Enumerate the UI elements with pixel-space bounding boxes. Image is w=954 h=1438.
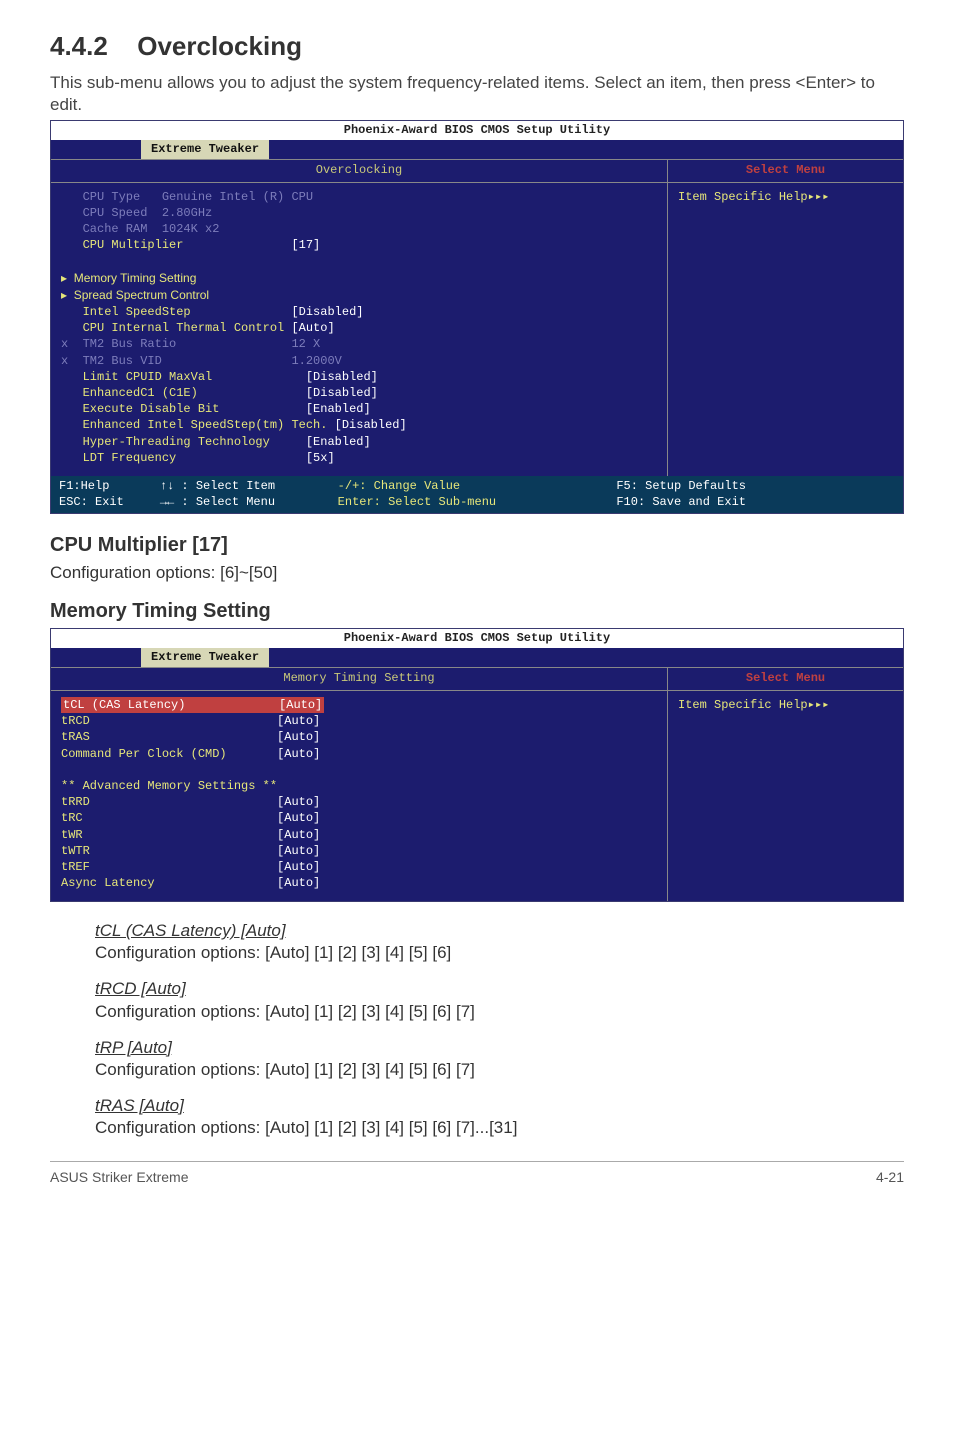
row-tm2-vid-value: 1.2000V <box>291 354 341 368</box>
row-cache-ram: Cache RAM 1024K x2 <box>61 222 219 236</box>
right-pane-header: Select Menu <box>668 160 903 183</box>
bios-screenshot-memory-timing: Phoenix-Award BIOS CMOS Setup Utility Ex… <box>50 628 904 902</box>
row-async-value: [Auto] <box>277 876 320 890</box>
row-ldt-label: LDT Frequency <box>61 451 176 465</box>
intro-paragraph: This sub-menu allows you to adjust the s… <box>50 72 904 116</box>
footer-left: ASUS Striker Extreme <box>50 1168 188 1186</box>
row-trc-label: tRC <box>61 811 83 825</box>
row-cpu-multiplier-value: [17] <box>291 238 320 252</box>
tras-param-options: Configuration options: [Auto] [1] [2] [3… <box>95 1117 904 1139</box>
row-execute-disable-label: Execute Disable Bit <box>61 402 219 416</box>
bios-screenshot-overclocking: Phoenix-Award BIOS CMOS Setup Utility Ex… <box>50 120 904 514</box>
cpu-multiplier-heading: CPU Multiplier [17] <box>50 532 904 558</box>
row-tcl: tCL (CAS Latency) [Auto] <box>61 697 324 713</box>
row-tref-label: tREF <box>61 860 90 874</box>
row-twtr-value: [Auto] <box>277 844 320 858</box>
row-tm2-vid-label: x TM2 Bus VID <box>61 354 162 368</box>
bios-utility-title: Phoenix-Award BIOS CMOS Setup Utility <box>51 121 903 140</box>
row-cpu-type: CPU Type Genuine Intel (R) CPU <box>61 190 313 204</box>
row-enhancedc1-label: EnhancedC1 (C1E) <box>61 386 198 400</box>
row-tm2-ratio-label: x TM2 Bus Ratio <box>61 337 176 351</box>
row-intel-speedstep-label: Intel SpeedStep <box>61 305 191 319</box>
row-ldt-value: [5x] <box>306 451 335 465</box>
bios2-left-body: tCL (CAS Latency) [Auto] tRCD [Auto] tRA… <box>51 691 667 901</box>
row-tras-label: tRAS <box>61 730 90 744</box>
footer-enter: Enter: Select Sub-menu <box>338 495 496 509</box>
trp-param-heading: tRP [Auto] <box>95 1037 904 1059</box>
trcd-param-heading: tRCD [Auto] <box>95 978 904 1000</box>
row-cmd-value: [Auto] <box>277 747 320 761</box>
row-limit-cpuid-value: [Disabled] <box>306 370 378 384</box>
row-enhancedc1-value: [Disabled] <box>306 386 378 400</box>
left-pane-body: CPU Type Genuine Intel (R) CPU CPU Speed… <box>51 183 667 476</box>
tras-param-heading: tRAS [Auto] <box>95 1095 904 1117</box>
row-hyperthreading-value: [Enabled] <box>306 435 371 449</box>
bios2-left-header: Memory Timing Setting <box>51 668 667 691</box>
bios2-tab-extreme-tweaker: Extreme Tweaker <box>141 648 269 668</box>
bios-footer: F1:Help ↑↓ : Select Item ESC: Exit →← : … <box>51 476 903 513</box>
row-twr-value: [Auto] <box>277 828 320 842</box>
bios-tab-extreme-tweaker: Extreme Tweaker <box>141 140 269 160</box>
row-execute-disable-value: [Enabled] <box>306 402 371 416</box>
row-spread-spectrum-control: ▸ Spread Spectrum Control <box>61 288 209 302</box>
row-eist-label: Enhanced Intel SpeedStep(tm) Tech. <box>61 418 327 432</box>
cpu-multiplier-options: Configuration options: [6]~[50] <box>50 562 904 584</box>
trcd-param-options: Configuration options: [Auto] [1] [2] [3… <box>95 1001 904 1023</box>
row-eist-value: [Disabled] <box>335 418 407 432</box>
row-intel-speedstep-value: [Disabled] <box>291 305 363 319</box>
right-pane-help: Item Specific Help▸▸▸ <box>668 183 903 215</box>
row-twtr-label: tWTR <box>61 844 90 858</box>
row-cpu-thermal-value: [Auto] <box>291 321 334 335</box>
row-tras-value: [Auto] <box>277 730 320 744</box>
row-trrd-value: [Auto] <box>277 795 320 809</box>
memory-timing-heading: Memory Timing Setting <box>50 598 904 624</box>
row-cpu-multiplier-label: CPU Multiplier <box>61 238 183 252</box>
footer-exit: ESC: Exit →← : Select Menu <box>59 495 275 509</box>
row-cpu-thermal-label: CPU Internal Thermal Control <box>61 321 284 335</box>
row-trrd-label: tRRD <box>61 795 90 809</box>
tcl-param-options: Configuration options: [Auto] [1] [2] [3… <box>95 942 904 964</box>
trp-param-options: Configuration options: [Auto] [1] [2] [3… <box>95 1059 904 1081</box>
bios2-right-help: Item Specific Help▸▸▸ <box>668 691 903 723</box>
row-cpu-speed: CPU Speed 2.80GHz <box>61 206 212 220</box>
row-async-label: Async Latency <box>61 876 155 890</box>
row-trcd-value: [Auto] <box>277 714 320 728</box>
footer-change-value: -/+: Change Value <box>338 479 460 493</box>
section-title: Overclocking <box>137 31 302 61</box>
page-footer: ASUS Striker Extreme 4-21 <box>50 1161 904 1186</box>
footer-defaults: F5: Setup Defaults <box>616 479 746 493</box>
bios2-tab-row: Extreme Tweaker <box>51 648 903 668</box>
row-hyperthreading-label: Hyper-Threading Technology <box>61 435 270 449</box>
bios-tab-row: Extreme Tweaker <box>51 140 903 160</box>
row-twr-label: tWR <box>61 828 83 842</box>
row-trcd-label: tRCD <box>61 714 90 728</box>
row-memory-timing-setting: ▸ Memory Timing Setting <box>61 271 196 285</box>
row-cmd-label: Command Per Clock (CMD) <box>61 747 227 761</box>
bios2-right-header: Select Menu <box>668 668 903 691</box>
tcl-param-heading: tCL (CAS Latency) [Auto] <box>95 920 904 942</box>
footer-save-exit: F10: Save and Exit <box>616 495 746 509</box>
left-pane-header: Overclocking <box>51 160 667 183</box>
section-heading: 4.4.2 Overclocking <box>50 30 904 64</box>
row-tm2-ratio-value: 12 X <box>291 337 320 351</box>
row-advanced-settings: ** Advanced Memory Settings ** <box>61 779 277 793</box>
row-tref-value: [Auto] <box>277 860 320 874</box>
bios2-utility-title: Phoenix-Award BIOS CMOS Setup Utility <box>51 629 903 648</box>
row-trc-value: [Auto] <box>277 811 320 825</box>
section-number: 4.4.2 <box>50 30 130 64</box>
footer-page-number: 4-21 <box>876 1168 904 1186</box>
footer-help: F1:Help ↑↓ : Select Item <box>59 479 275 493</box>
row-limit-cpuid-label: Limit CPUID MaxVal <box>61 370 212 384</box>
